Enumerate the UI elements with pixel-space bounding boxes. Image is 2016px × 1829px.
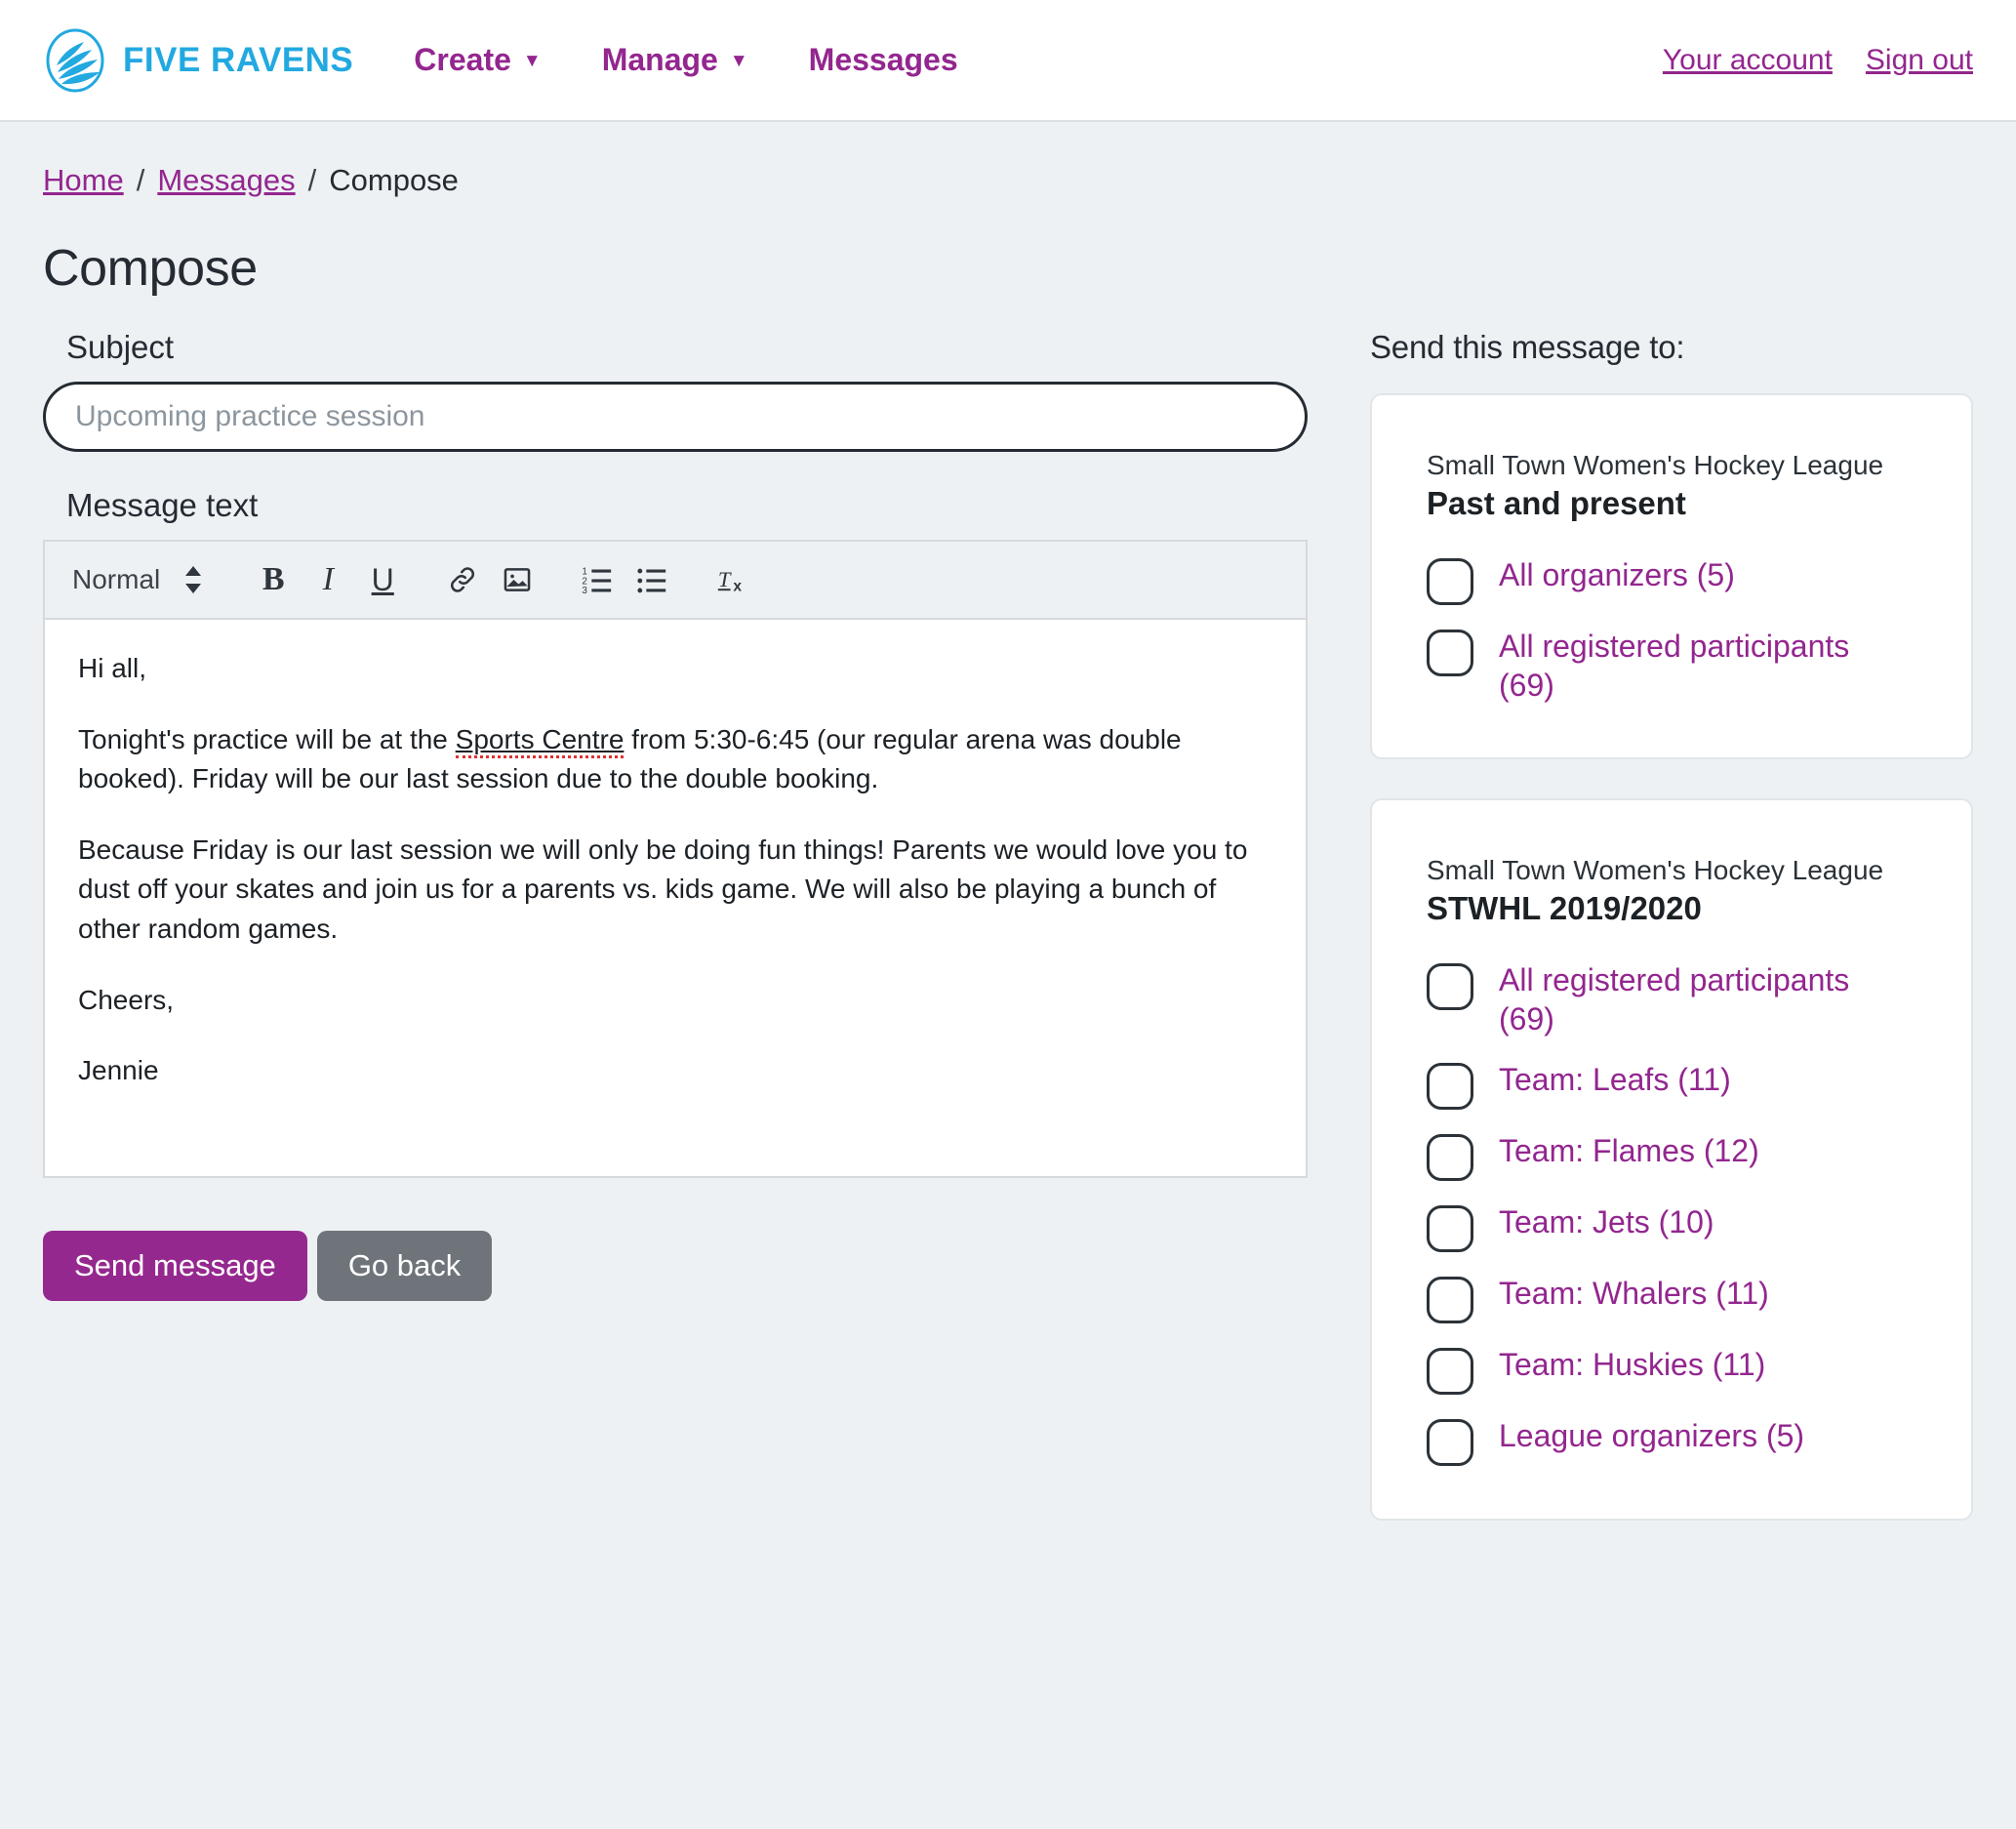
- compose-layout: Subject Message text Normal B I U: [43, 329, 1973, 1560]
- updown-stepper-icon[interactable]: [174, 564, 213, 595]
- page-title: Compose: [43, 240, 258, 297]
- recipient-card-name: Past and present: [1427, 485, 1686, 521]
- recipient-option-label[interactable]: All organizers (5): [1499, 555, 1735, 594]
- misspelled-word: Sports Centre: [455, 723, 625, 758]
- svg-text:3: 3: [583, 586, 588, 596]
- your-account-link[interactable]: Your account: [1663, 44, 1833, 77]
- checkbox-unchecked-icon[interactable]: [1427, 1134, 1473, 1181]
- message-paragraph: Cheers,: [78, 984, 175, 1015]
- raven-wing-logo-icon: [43, 28, 107, 93]
- clear-formatting-icon[interactable]: T x: [705, 552, 759, 607]
- format-select[interactable]: Normal: [72, 564, 160, 595]
- link-icon[interactable]: [435, 552, 490, 607]
- recipient-option[interactable]: All registered participants (69): [1427, 627, 1916, 705]
- brand-name: FIVE RAVENS: [123, 40, 354, 79]
- breadcrumb-separator: /: [136, 163, 145, 197]
- recipient-option[interactable]: Team: Leafs (11): [1427, 1060, 1916, 1110]
- message-editor: Normal B I U 1 2 3 T x Hi all, Tonight's…: [43, 540, 1308, 1178]
- recipient-option[interactable]: Team: Whalers (11): [1427, 1274, 1916, 1323]
- subject-label: Subject: [66, 329, 175, 365]
- italic-button[interactable]: I: [301, 552, 355, 607]
- nav-item-manage[interactable]: Manage ▼: [602, 42, 748, 78]
- recipient-option[interactable]: All organizers (5): [1427, 555, 1916, 605]
- message-body[interactable]: Hi all, Tonight's practice will be at th…: [45, 620, 1306, 1176]
- recipient-card-org: Small Town Women's Hockey League: [1427, 450, 1884, 480]
- header-account-links: Your account Sign out: [1663, 44, 1973, 77]
- page-content: Home / Messages / Compose Compose Subjec…: [0, 122, 2016, 1560]
- breadcrumb-current: Compose: [329, 163, 459, 197]
- go-back-button[interactable]: Go back: [316, 1231, 493, 1301]
- message-text-label: Message text: [66, 487, 259, 523]
- subject-input[interactable]: [43, 382, 1308, 452]
- recipient-option-label[interactable]: Team: Huskies (11): [1499, 1345, 1765, 1384]
- nav-item-messages-label: Messages: [808, 42, 958, 77]
- main-nav: Create ▼ Manage ▼ Messages: [414, 42, 957, 78]
- app-header: FIVE RAVENS Create ▼ Manage ▼ Messages Y…: [0, 0, 2016, 122]
- recipient-card-name: STWHL 2019/2020: [1427, 890, 1702, 926]
- message-paragraph: Because Friday is our last session we wi…: [78, 833, 1248, 944]
- nav-item-messages[interactable]: Messages: [809, 42, 958, 78]
- svg-text:x: x: [734, 578, 743, 594]
- editor-toolbar: Normal B I U 1 2 3 T x: [45, 542, 1306, 620]
- recipient-option[interactable]: Team: Jets (10): [1427, 1202, 1916, 1252]
- recipient-card: Small Town Women's Hockey League STWHL 2…: [1370, 798, 1973, 1521]
- checkbox-unchecked-icon[interactable]: [1427, 1348, 1473, 1395]
- checkbox-unchecked-icon[interactable]: [1427, 963, 1473, 1010]
- recipient-option-label[interactable]: League organizers (5): [1499, 1416, 1804, 1455]
- checkbox-unchecked-icon[interactable]: [1427, 1277, 1473, 1323]
- recipient-option[interactable]: All registered participants (69): [1427, 960, 1916, 1038]
- breadcrumb-messages[interactable]: Messages: [157, 163, 295, 198]
- checkbox-unchecked-icon[interactable]: [1427, 558, 1473, 605]
- compose-form-column: Subject Message text Normal B I U: [43, 329, 1311, 1301]
- recipients-title: Send this message to:: [1370, 329, 1685, 365]
- recipient-option[interactable]: League organizers (5): [1427, 1416, 1916, 1466]
- checkbox-unchecked-icon[interactable]: [1427, 1205, 1473, 1252]
- message-paragraph: Jennie: [78, 1055, 159, 1086]
- chevron-down-icon: ▼: [729, 51, 748, 71]
- checkbox-unchecked-icon[interactable]: [1427, 1063, 1473, 1110]
- recipient-card-org: Small Town Women's Hockey League: [1427, 855, 1884, 885]
- recipient-option-label[interactable]: Team: Whalers (11): [1499, 1274, 1769, 1313]
- breadcrumb: Home / Messages / Compose: [43, 122, 1973, 198]
- recipient-option-label[interactable]: All registered participants (69): [1499, 627, 1909, 705]
- chevron-down-icon: ▼: [522, 51, 542, 71]
- checkbox-unchecked-icon[interactable]: [1427, 1419, 1473, 1466]
- recipient-option-label[interactable]: All registered participants (69): [1499, 960, 1909, 1038]
- message-paragraph: Hi all,: [78, 653, 147, 683]
- checkbox-unchecked-icon[interactable]: [1427, 630, 1473, 676]
- brand-logo-link[interactable]: FIVE RAVENS: [43, 28, 353, 93]
- breadcrumb-separator: /: [307, 163, 317, 197]
- nav-item-create[interactable]: Create ▼: [414, 42, 541, 78]
- recipient-card: Small Town Women's Hockey League Past an…: [1370, 393, 1973, 759]
- nav-item-manage-label: Manage: [601, 42, 718, 77]
- svg-text:T: T: [718, 567, 732, 591]
- form-actions: Send message Go back: [43, 1231, 1311, 1301]
- breadcrumb-home[interactable]: Home: [43, 163, 124, 198]
- recipient-option-label[interactable]: Team: Leafs (11): [1499, 1060, 1731, 1099]
- recipient-option-label[interactable]: Team: Jets (10): [1499, 1202, 1714, 1241]
- recipients-column: Send this message to: Small Town Women's…: [1370, 329, 1973, 1560]
- underline-button[interactable]: U: [355, 552, 410, 607]
- recipient-option[interactable]: Team: Huskies (11): [1427, 1345, 1916, 1395]
- image-icon[interactable]: [490, 552, 544, 607]
- bold-button[interactable]: B: [246, 552, 301, 607]
- sign-out-link[interactable]: Sign out: [1866, 44, 1973, 77]
- ordered-list-icon[interactable]: 1 2 3: [570, 552, 625, 607]
- bullet-list-icon[interactable]: [625, 552, 679, 607]
- nav-item-create-label: Create: [414, 42, 511, 77]
- recipient-option[interactable]: Team: Flames (12): [1427, 1131, 1916, 1181]
- paragraph-pre-text: Tonight's practice will be at the: [78, 723, 456, 754]
- message-paragraph: Tonight's practice will be at the Sports…: [78, 720, 1272, 799]
- send-message-button[interactable]: Send message: [43, 1231, 307, 1301]
- recipient-option-label[interactable]: Team: Flames (12): [1499, 1131, 1759, 1170]
